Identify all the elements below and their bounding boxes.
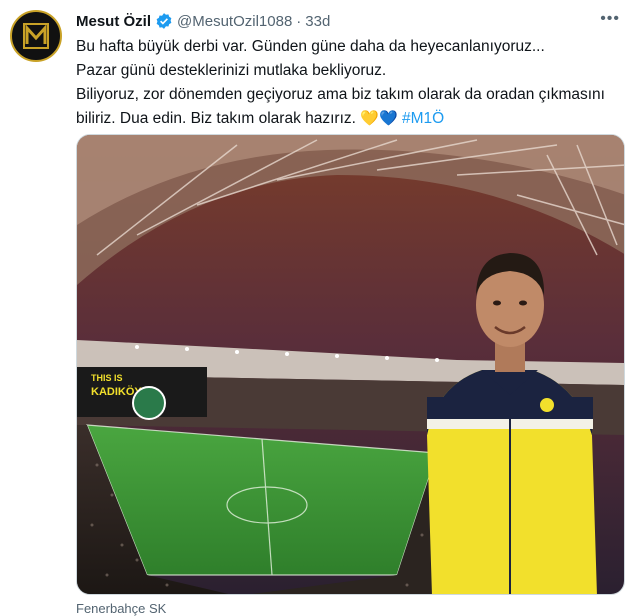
photo-source-label[interactable]: Fenerbahçe SK xyxy=(76,601,166,616)
tweet-line: Pazar günü desteklerinizi mutlaka bekliy… xyxy=(76,62,387,79)
tweet-line: Biliyoruz, zor dönemden geçiyoruz ama bi… xyxy=(76,86,605,103)
avatar[interactable] xyxy=(10,10,62,62)
stadium-photo-illustration: THIS IS KADIKÖY xyxy=(77,135,624,594)
more-horizontal-icon[interactable]: ••• xyxy=(600,10,620,28)
banner-text-1: THIS IS xyxy=(91,373,123,383)
tweet-line: Bu hafta büyük derbi var. Günden güne da… xyxy=(76,38,545,55)
author-handle[interactable]: @MesutOzil1088 xyxy=(177,13,292,30)
separator-dot: · xyxy=(296,12,302,30)
yellow-heart-icon: 💛 xyxy=(360,110,379,127)
tweet-photo[interactable]: THIS IS KADIKÖY xyxy=(76,134,625,595)
author-name[interactable]: Mesut Özil xyxy=(76,13,151,30)
tweet-timestamp[interactable]: 33d xyxy=(305,13,330,30)
verified-badge-icon xyxy=(155,12,173,30)
tweet-line-last: biliriz. Dua edin. Biz takım olarak hazı… xyxy=(76,107,631,131)
tweet-line: biliriz. Dua edin. Biz takım olarak hazı… xyxy=(76,110,356,127)
tweet-header: Mesut Özil @MesutOzil1088 · 33d ••• xyxy=(76,10,620,32)
hashtag-link[interactable]: #M1Ö xyxy=(402,110,444,127)
tweet-card[interactable]: Mesut Özil @MesutOzil1088 · 33d ••• Bu h… xyxy=(0,0,640,616)
m10-logo-icon xyxy=(23,23,49,49)
blue-heart-icon: 💙 xyxy=(378,110,398,127)
tweet-text: Bu hafta büyük derbi var. Günden güne da… xyxy=(76,35,631,131)
